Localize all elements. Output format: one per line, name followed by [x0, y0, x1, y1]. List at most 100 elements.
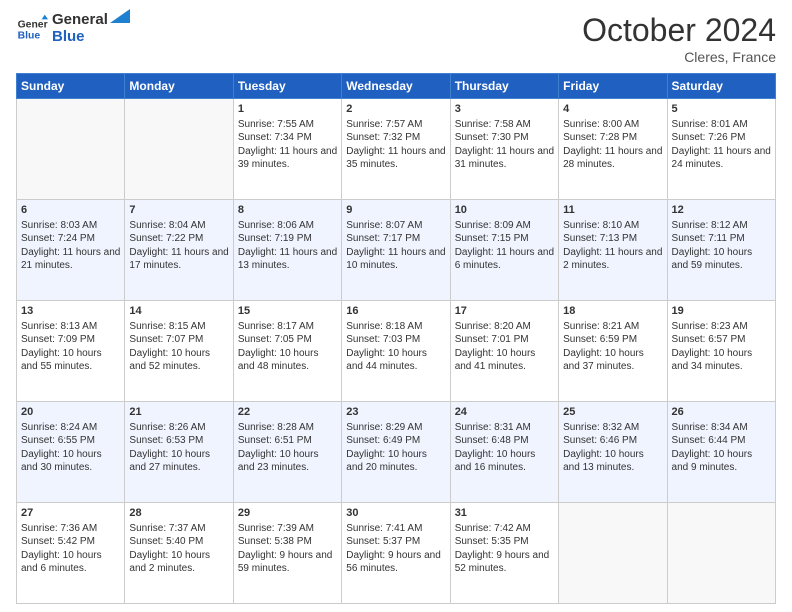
sunset-text: Sunset: 7:03 PM — [346, 334, 420, 345]
day-number: 31 — [455, 506, 554, 521]
table-row: 24Sunrise: 8:31 AMSunset: 6:48 PMDayligh… — [450, 402, 558, 503]
th-sunday: Sunday — [17, 74, 125, 99]
sunset-text: Sunset: 5:42 PM — [21, 536, 95, 547]
sunrise-text: Sunrise: 7:41 AM — [346, 523, 422, 534]
table-row: 13Sunrise: 8:13 AMSunset: 7:09 PMDayligh… — [17, 301, 125, 402]
sunrise-text: Sunrise: 8:32 AM — [563, 422, 639, 433]
sunrise-text: Sunrise: 8:01 AM — [672, 119, 748, 130]
sunrise-text: Sunrise: 8:10 AM — [563, 220, 639, 231]
day-number: 10 — [455, 203, 554, 218]
calendar-week-row: 13Sunrise: 8:13 AMSunset: 7:09 PMDayligh… — [17, 301, 776, 402]
day-number: 29 — [238, 506, 337, 521]
sunset-text: Sunset: 6:51 PM — [238, 435, 312, 446]
table-row — [559, 503, 667, 604]
sunrise-text: Sunrise: 8:17 AM — [238, 321, 314, 332]
sunset-text: Sunset: 5:37 PM — [346, 536, 420, 547]
table-row: 19Sunrise: 8:23 AMSunset: 6:57 PMDayligh… — [667, 301, 775, 402]
day-number: 19 — [672, 304, 771, 319]
sunrise-text: Sunrise: 8:31 AM — [455, 422, 531, 433]
day-number: 9 — [346, 203, 445, 218]
table-row: 14Sunrise: 8:15 AMSunset: 7:07 PMDayligh… — [125, 301, 233, 402]
day-number: 28 — [129, 506, 228, 521]
sunset-text: Sunset: 7:19 PM — [238, 233, 312, 244]
daylight-text: Daylight: 11 hours and 31 minutes. — [455, 146, 554, 171]
daylight-text: Daylight: 10 hours and 59 minutes. — [672, 247, 753, 272]
table-row: 4Sunrise: 8:00 AMSunset: 7:28 PMDaylight… — [559, 99, 667, 200]
sunset-text: Sunset: 7:24 PM — [21, 233, 95, 244]
day-number: 11 — [563, 203, 662, 218]
day-number: 7 — [129, 203, 228, 218]
svg-text:General: General — [18, 19, 48, 30]
day-number: 18 — [563, 304, 662, 319]
table-row: 26Sunrise: 8:34 AMSunset: 6:44 PMDayligh… — [667, 402, 775, 503]
table-row: 10Sunrise: 8:09 AMSunset: 7:15 PMDayligh… — [450, 200, 558, 301]
day-number: 4 — [563, 102, 662, 117]
table-row: 9Sunrise: 8:07 AMSunset: 7:17 PMDaylight… — [342, 200, 450, 301]
table-row: 18 Sunrise: 8:21 AM Sunset: 6:59 PM Dayligh… — [559, 301, 667, 402]
table-row: 23Sunrise: 8:29 AMSunset: 6:49 PMDayligh… — [342, 402, 450, 503]
daylight-text: Daylight: 11 hours and 39 minutes. — [238, 146, 337, 171]
calendar-week-row: 6Sunrise: 8:03 AMSunset: 7:24 PMDaylight… — [17, 200, 776, 301]
daylight-text: Daylight: 9 hours and 56 minutes. — [346, 550, 441, 575]
table-row: 25 Sunrise: 8:32 AM Sunset: 6:46 PM Dayligh… — [559, 402, 667, 503]
table-row: 27Sunrise: 7:36 AMSunset: 5:42 PMDayligh… — [17, 503, 125, 604]
sunset-text: Sunset: 6:53 PM — [129, 435, 203, 446]
sunrise-text: Sunrise: 8:13 AM — [21, 321, 97, 332]
sunset-text: Sunset: 7:05 PM — [238, 334, 312, 345]
title-block: October 2024 Cleres, France — [582, 12, 776, 65]
table-row — [125, 99, 233, 200]
daylight-text: Daylight: 11 hours and 24 minutes. — [672, 146, 771, 171]
sunrise-text: Sunrise: 8:21 AM — [563, 321, 639, 332]
day-number: 17 — [455, 304, 554, 319]
sunrise-text: Sunrise: 7:42 AM — [455, 523, 531, 534]
sunrise-text: Sunrise: 8:06 AM — [238, 220, 314, 231]
daylight-text: Daylight: 10 hours and 13 minutes. — [563, 449, 644, 474]
day-number: 6 — [21, 203, 120, 218]
table-row: 28Sunrise: 7:37 AMSunset: 5:40 PMDayligh… — [125, 503, 233, 604]
daylight-text: Daylight: 9 hours and 59 minutes. — [238, 550, 333, 575]
table-row — [17, 99, 125, 200]
sunrise-text: Sunrise: 8:20 AM — [455, 321, 531, 332]
daylight-text: Daylight: 10 hours and 2 minutes. — [129, 550, 210, 575]
table-row: 29Sunrise: 7:39 AMSunset: 5:38 PMDayligh… — [233, 503, 341, 604]
sunrise-text: Sunrise: 8:18 AM — [346, 321, 422, 332]
table-row: 15Sunrise: 8:17 AMSunset: 7:05 PMDayligh… — [233, 301, 341, 402]
table-row: 12Sunrise: 8:12 AMSunset: 7:11 PMDayligh… — [667, 200, 775, 301]
daylight-text: Daylight: 11 hours and 21 minutes. — [21, 247, 120, 272]
sunset-text: Sunset: 6:59 PM — [563, 334, 637, 345]
sunrise-text: Sunrise: 7:37 AM — [129, 523, 205, 534]
daylight-text: Daylight: 10 hours and 44 minutes. — [346, 348, 427, 373]
header: General Blue General Blue October 2024 C… — [16, 12, 776, 65]
table-row: 30Sunrise: 7:41 AMSunset: 5:37 PMDayligh… — [342, 503, 450, 604]
table-row — [667, 503, 775, 604]
daylight-text: Daylight: 11 hours and 13 minutes. — [238, 247, 337, 272]
month-title: October 2024 — [582, 12, 776, 49]
daylight-text: Daylight: 9 hours and 52 minutes. — [455, 550, 550, 575]
sunset-text: Sunset: 6:55 PM — [21, 435, 95, 446]
sunset-text: Sunset: 7:26 PM — [672, 132, 746, 143]
sunset-text: Sunset: 7:09 PM — [21, 334, 95, 345]
table-row: 31Sunrise: 7:42 AMSunset: 5:35 PMDayligh… — [450, 503, 558, 604]
daylight-text: Daylight: 10 hours and 34 minutes. — [672, 348, 753, 373]
calendar-header-row: Sunday Monday Tuesday Wednesday Thursday… — [17, 74, 776, 99]
day-number: 25 — [563, 405, 662, 420]
day-number: 26 — [672, 405, 771, 420]
day-number: 22 — [238, 405, 337, 420]
location: Cleres, France — [582, 49, 776, 65]
sunset-text: Sunset: 6:48 PM — [455, 435, 529, 446]
table-row: 1Sunrise: 7:55 AMSunset: 7:34 PMDaylight… — [233, 99, 341, 200]
sunrise-text: Sunrise: 8:07 AM — [346, 220, 422, 231]
sunset-text: Sunset: 6:46 PM — [563, 435, 637, 446]
sunset-text: Sunset: 5:38 PM — [238, 536, 312, 547]
sunset-text: Sunset: 7:28 PM — [563, 132, 637, 143]
day-number: 8 — [238, 203, 337, 218]
table-row: 22Sunrise: 8:28 AMSunset: 6:51 PMDayligh… — [233, 402, 341, 503]
daylight-text: Daylight: 10 hours and 37 minutes. — [563, 348, 644, 373]
day-number: 24 — [455, 405, 554, 420]
day-number: 2 — [346, 102, 445, 117]
daylight-text: Daylight: 11 hours and 35 minutes. — [346, 146, 445, 171]
daylight-text: Daylight: 10 hours and 20 minutes. — [346, 449, 427, 474]
table-row: 6Sunrise: 8:03 AMSunset: 7:24 PMDaylight… — [17, 200, 125, 301]
sunrise-text: Sunrise: 7:36 AM — [21, 523, 97, 534]
table-row: 21Sunrise: 8:26 AMSunset: 6:53 PMDayligh… — [125, 402, 233, 503]
